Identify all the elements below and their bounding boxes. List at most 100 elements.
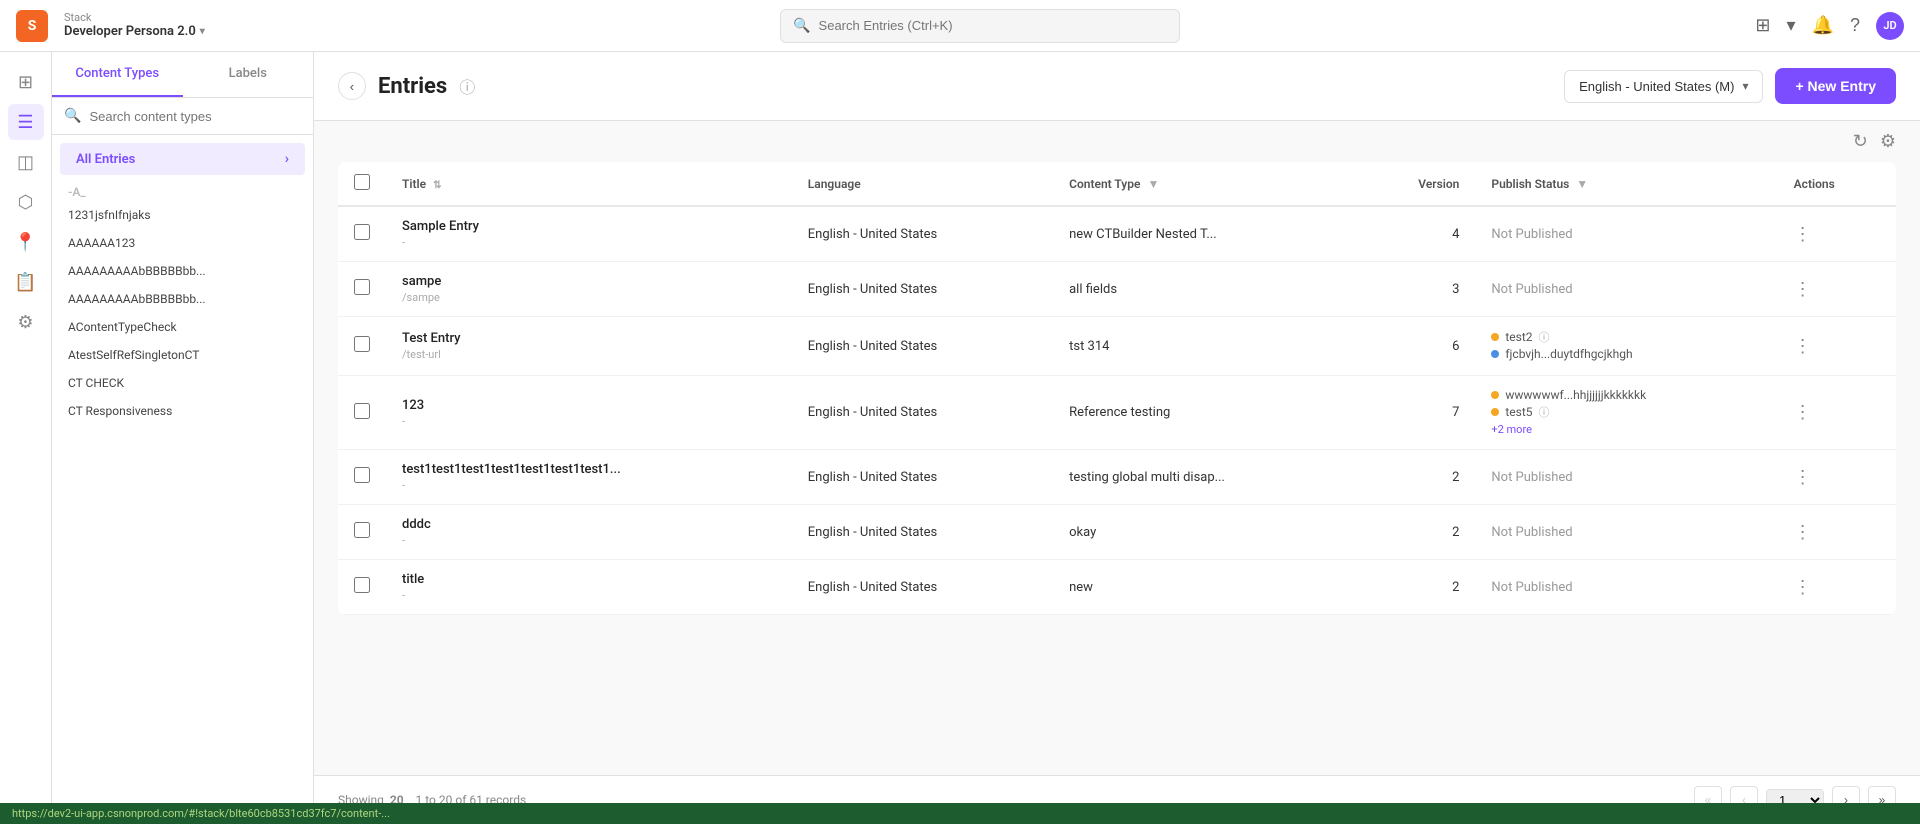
entry-title-2: Test Entry: [402, 331, 776, 346]
page-title: Entries: [378, 74, 447, 99]
table-toolbar: ↻ ⚙: [314, 121, 1920, 162]
row-actions-btn-0[interactable]: ⋮: [1794, 224, 1812, 245]
new-entry-button[interactable]: + New Entry: [1775, 68, 1896, 104]
brand-name: Stack: [64, 11, 205, 24]
dashboard-icon-btn[interactable]: ⊞: [8, 64, 44, 100]
col-publish-status: Publish Status ▼: [1475, 162, 1777, 206]
grid-icon-btn[interactable]: ⊞: [1755, 15, 1770, 36]
table-row: title-English - United Statesnew2Not Pub…: [338, 560, 1896, 615]
row-checkbox-3[interactable]: [354, 403, 370, 419]
entry-publish-status-5: Not Published: [1475, 505, 1777, 560]
brand-persona[interactable]: Developer Persona 2.0 ▾: [64, 24, 205, 40]
entry-subtitle-5: -: [402, 534, 776, 547]
sort-icon: ⇅: [433, 180, 441, 191]
sidebar-item-aaaaaa123[interactable]: AAAAAA123: [52, 229, 313, 257]
location-icon-btn[interactable]: 📍: [8, 224, 44, 260]
refresh-icon-btn[interactable]: ↻: [1853, 131, 1868, 152]
sidebar-item-atestself[interactable]: AtestSelfRefSingletonCT: [52, 341, 313, 369]
row-checkbox-2[interactable]: [354, 336, 370, 352]
entry-version-2: 6: [1357, 317, 1475, 376]
search-input[interactable]: [819, 18, 1168, 33]
row-checkbox-4[interactable]: [354, 467, 370, 483]
entry-content-type-0: new CTBuilder Nested T...: [1053, 206, 1357, 262]
entries-header: ‹ Entries ⓘ English - United States (M) …: [314, 52, 1920, 121]
table-row: Test Entry/test-urlEnglish - United Stat…: [338, 317, 1896, 376]
entry-title-4: test1test1test1test1test1test1test1...: [402, 462, 776, 477]
tab-labels[interactable]: Labels: [183, 52, 314, 97]
settings-columns-icon-btn[interactable]: ⚙: [1880, 131, 1896, 152]
sidebar-list: All Entries › -A_ 1231jsfnIfnjaks AAAAAA…: [52, 135, 313, 824]
entry-subtitle-3: -: [402, 415, 776, 428]
entry-language-5: English - United States: [792, 505, 1053, 560]
entry-subtitle-6: -: [402, 589, 776, 602]
entry-content-type-1: all fields: [1053, 262, 1357, 317]
publish-status-filter-icon[interactable]: ▼: [1576, 177, 1588, 191]
row-actions-btn-3[interactable]: ⋮: [1794, 402, 1812, 423]
col-content-type: Content Type ▼: [1053, 162, 1357, 206]
entry-title-6: title: [402, 572, 776, 587]
sidebar-item-acontenttype[interactable]: AContentTypeCheck: [52, 313, 313, 341]
bell-icon[interactable]: 🔔: [1812, 15, 1834, 36]
sidebar-item-1231[interactable]: 1231jsfnIfnjaks: [52, 201, 313, 229]
top-nav: S Stack Developer Persona 2.0 ▾ 🔍 ⊞ ▾ 🔔 …: [0, 0, 1920, 52]
forms-icon-btn[interactable]: 📋: [8, 264, 44, 300]
all-entries-item[interactable]: All Entries ›: [60, 143, 305, 175]
lang-dropdown-arrow-icon: ▾: [1742, 79, 1748, 93]
entry-version-6: 2: [1357, 560, 1475, 615]
tab-content-types[interactable]: Content Types: [52, 52, 183, 97]
row-checkbox-5[interactable]: [354, 522, 370, 538]
sidebar-item-ctcheck[interactable]: CT CHECK: [52, 369, 313, 397]
sidebar-item-ctresponsiveness[interactable]: CT Responsiveness: [52, 397, 313, 425]
entry-subtitle-1: /sampe: [402, 291, 776, 304]
sidebar-item-aaaa2[interactable]: AAAAAAAAAbBBBBBbb...: [52, 285, 313, 313]
entry-language-3: English - United States: [792, 376, 1053, 450]
brand-logo: S: [16, 10, 48, 42]
entry-title-5: dddc: [402, 517, 776, 532]
avatar[interactable]: JD: [1876, 12, 1904, 40]
nav-icons: ⊞ ▾ 🔔 ? JD: [1755, 12, 1904, 40]
sidebar-search-icon: 🔍: [64, 108, 81, 124]
entries-table: Title ⇅ Language Content Type ▼ Version: [338, 162, 1896, 615]
entry-content-type-4: testing global multi disap...: [1053, 450, 1357, 505]
back-button[interactable]: ‹: [338, 72, 366, 100]
content-type-filter-icon[interactable]: ▼: [1147, 177, 1159, 191]
blocks-icon-btn[interactable]: ⬡: [8, 184, 44, 220]
settings-icon-btn[interactable]: ⚙: [8, 304, 44, 340]
entry-content-type-6: new: [1053, 560, 1357, 615]
select-all-checkbox[interactable]: [354, 174, 370, 190]
entry-content-type-3: Reference testing: [1053, 376, 1357, 450]
row-actions-btn-5[interactable]: ⋮: [1794, 522, 1812, 543]
row-actions-btn-2[interactable]: ⋮: [1794, 336, 1812, 357]
search-icon: 🔍: [793, 18, 810, 34]
global-search-bar[interactable]: 🔍: [780, 9, 1180, 43]
row-checkbox-1[interactable]: [354, 279, 370, 295]
entry-title-0: Sample Entry: [402, 219, 776, 234]
layers-icon-btn[interactable]: ◫: [8, 144, 44, 180]
chevron-down-icon-btn[interactable]: ▾: [1787, 15, 1796, 36]
sidebar-search[interactable]: 🔍: [52, 98, 313, 135]
row-actions-btn-1[interactable]: ⋮: [1794, 279, 1812, 300]
col-title[interactable]: Title ⇅: [386, 162, 792, 206]
brand-info: Stack Developer Persona 2.0 ▾: [64, 11, 205, 40]
entry-language-2: English - United States: [792, 317, 1053, 376]
help-circle-icon[interactable]: ⓘ: [459, 74, 475, 98]
list-icon-btn[interactable]: ☰: [8, 104, 44, 140]
entry-publish-status-3: wwwwwwf...hhjjjjjjkkkkkkktest5 ⓘ+2 more: [1475, 376, 1777, 450]
entry-publish-status-1: Not Published: [1475, 262, 1777, 317]
language-selector[interactable]: English - United States (M) ▾: [1564, 70, 1763, 103]
entry-version-5: 2: [1357, 505, 1475, 560]
row-checkbox-0[interactable]: [354, 224, 370, 240]
entry-content-type-2: tst 314: [1053, 317, 1357, 376]
sidebar-divider: -A_: [52, 179, 313, 201]
help-icon[interactable]: ?: [1850, 15, 1860, 36]
sidebar-item-aaaa1[interactable]: AAAAAAAAAbBBBBBbb...: [52, 257, 313, 285]
sidebar-search-input[interactable]: [89, 109, 301, 124]
row-actions-btn-4[interactable]: ⋮: [1794, 467, 1812, 488]
table-row: sampe/sampeEnglish - United Statesall fi…: [338, 262, 1896, 317]
row-actions-btn-6[interactable]: ⋮: [1794, 577, 1812, 598]
row-checkbox-6[interactable]: [354, 577, 370, 593]
entry-language-4: English - United States: [792, 450, 1053, 505]
entry-title-1: sampe: [402, 274, 776, 289]
col-actions: Actions: [1778, 162, 1896, 206]
col-language: Language: [792, 162, 1053, 206]
